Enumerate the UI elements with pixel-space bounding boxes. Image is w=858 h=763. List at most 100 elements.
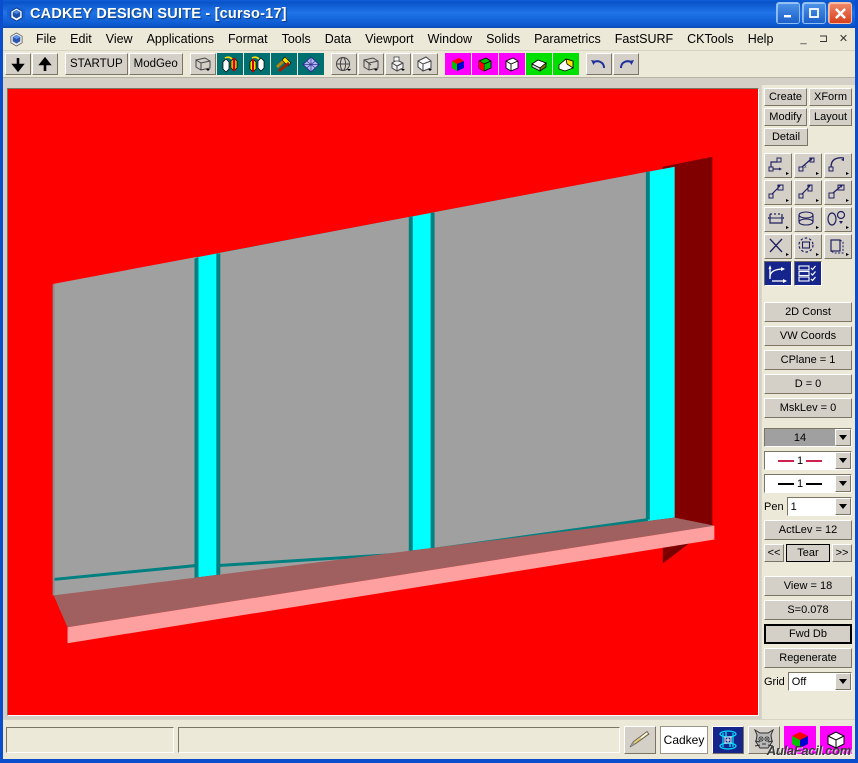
document-control-icon[interactable] [7, 30, 25, 48]
conic-tool-button[interactable] [824, 207, 852, 232]
chevron-down-icon[interactable] [835, 452, 851, 469]
chevron-down-icon[interactable] [835, 498, 851, 515]
shade-view-button[interactable] [411, 53, 438, 75]
layout-button[interactable]: Layout [809, 108, 852, 126]
menu-item-window[interactable]: Window [421, 29, 479, 49]
forward-database-button[interactable]: Fwd Db [764, 624, 852, 644]
minimize-button[interactable] [776, 2, 800, 24]
surface-green-button[interactable] [525, 53, 552, 75]
chevron-down-icon[interactable] [835, 673, 851, 690]
solids-tools-button[interactable] [270, 53, 297, 75]
color-select-value: 14 [765, 429, 835, 446]
spline-tool-button[interactable] [794, 180, 822, 205]
box-view-button[interactable] [357, 53, 384, 75]
maximize-button[interactable] [802, 2, 826, 24]
undo-button[interactable] [585, 53, 612, 75]
xform-button[interactable]: XForm [809, 88, 852, 106]
mesh-button[interactable] [297, 53, 324, 75]
line-width-preview: 1 [765, 478, 835, 490]
line-style-select[interactable]: 1 [764, 451, 852, 470]
level-down-button[interactable] [5, 53, 31, 75]
menu-item-tools[interactable]: Tools [275, 29, 318, 49]
detail-button[interactable]: Detail [764, 128, 808, 146]
pencil-tool-button[interactable] [624, 725, 656, 754]
chevron-down-icon[interactable] [835, 429, 851, 446]
cplane-button[interactable]: CPlane = 1 [764, 350, 852, 370]
modgeo-button[interactable]: ModGeo [128, 53, 183, 75]
rotate-view-button[interactable] [330, 53, 357, 75]
curve-tool-button[interactable] [764, 261, 792, 286]
scale-button[interactable]: S=0.078 [764, 600, 852, 620]
tear-next-button[interactable]: >> [832, 544, 852, 562]
tear-button[interactable]: Tear [786, 544, 830, 562]
render-rgb-button[interactable] [444, 53, 471, 75]
status-prompt-field[interactable] [6, 726, 174, 753]
grid-select[interactable]: Off [787, 672, 852, 691]
line-width-select[interactable]: 1 [764, 474, 852, 493]
menu-item-applications[interactable]: Applications [140, 29, 221, 49]
menu-item-cktools[interactable]: CKTools [680, 29, 741, 49]
polyline-tool-button[interactable] [764, 180, 792, 205]
modify-button[interactable]: Modify [764, 108, 807, 126]
close-button[interactable] [828, 2, 852, 24]
wireframe-cube-button[interactable] [820, 725, 852, 754]
menu-item-data[interactable]: Data [318, 29, 358, 49]
level-up-button[interactable] [32, 53, 58, 75]
construction-mode-button[interactable]: 2D Const [764, 302, 852, 322]
surface-yellow-button[interactable] [552, 53, 579, 75]
mdi-minimize-button[interactable]: _ [796, 31, 811, 46]
fillet-tool-button[interactable] [764, 207, 792, 232]
polygon-tool-button[interactable] [794, 234, 822, 259]
render-hidden-button[interactable] [498, 53, 525, 75]
pen-select[interactable]: 1 [786, 497, 852, 516]
menu-item-solids[interactable]: Solids [479, 29, 527, 49]
svg-text:x: x [804, 164, 807, 170]
chevron-down-icon[interactable] [835, 475, 851, 492]
copy-tool-button[interactable] [824, 234, 852, 259]
rectangle-tool-button[interactable] [824, 180, 852, 205]
solids-add-button[interactable] [216, 53, 243, 75]
view-number-button[interactable]: View = 18 [764, 576, 852, 596]
menu-item-edit[interactable]: Edit [63, 29, 99, 49]
render-wire-button[interactable] [471, 53, 498, 75]
menu-item-file[interactable]: File [29, 29, 63, 49]
point-tool-button[interactable] [764, 153, 792, 178]
mode-row-3: Detail [764, 128, 852, 146]
menu-item-fastsurf[interactable]: FastSURF [608, 29, 680, 49]
regenerate-button[interactable]: Regenerate [764, 648, 852, 668]
dynamic-rotate-button[interactable] [712, 725, 744, 754]
shade-cube-button[interactable] [784, 725, 816, 754]
startup-button[interactable]: STARTUP [65, 53, 128, 75]
solids-subtract-button[interactable] [243, 53, 270, 75]
cad-drawing-viewport[interactable] [7, 88, 759, 716]
menu-item-view[interactable]: View [99, 29, 140, 49]
depth-button[interactable]: D = 0 [764, 374, 852, 394]
ellipse-tool-button[interactable] [794, 207, 822, 232]
cat-mascot-button[interactable] [748, 725, 780, 754]
application-window: CADKEY DESIGN SUITE - [curso-17] File Ed… [0, 0, 858, 763]
mask-level-button[interactable]: MskLev = 0 [764, 398, 852, 418]
wireframe-view-button[interactable] [189, 53, 216, 75]
status-message-field[interactable] [178, 726, 620, 753]
view-coords-button[interactable]: VW Coords [764, 326, 852, 346]
menu-bar: File Edit View Applications Format Tools… [3, 28, 855, 51]
line-tool-button[interactable]: x [794, 153, 822, 178]
arc-tool-button[interactable] [824, 153, 852, 178]
menu-item-help[interactable]: Help [741, 29, 781, 49]
tear-prev-button[interactable]: << [764, 544, 784, 562]
menu-item-viewport[interactable]: Viewport [358, 29, 420, 49]
menu-item-parametrics[interactable]: Parametrics [527, 29, 608, 49]
grid-row: Grid Off [764, 672, 852, 691]
cross-tool-button[interactable] [764, 234, 792, 259]
extrude-button[interactable] [384, 53, 411, 75]
active-level-button[interactable]: ActLev = 12 [764, 520, 852, 540]
mdi-close-button[interactable]: ✕ [836, 31, 851, 46]
list-tool-button[interactable] [794, 261, 822, 286]
create-button[interactable]: Create [764, 88, 807, 106]
redo-button[interactable] [612, 53, 639, 75]
workspace: Create XForm Modify Layout Detail x 2D C… [3, 85, 855, 719]
color-select[interactable]: 14 [764, 428, 852, 447]
menu-item-format[interactable]: Format [221, 29, 275, 49]
mdi-restore-button[interactable]: ⊐ [816, 31, 831, 46]
cadkey-logo-button[interactable]: Cadkey [660, 725, 708, 754]
